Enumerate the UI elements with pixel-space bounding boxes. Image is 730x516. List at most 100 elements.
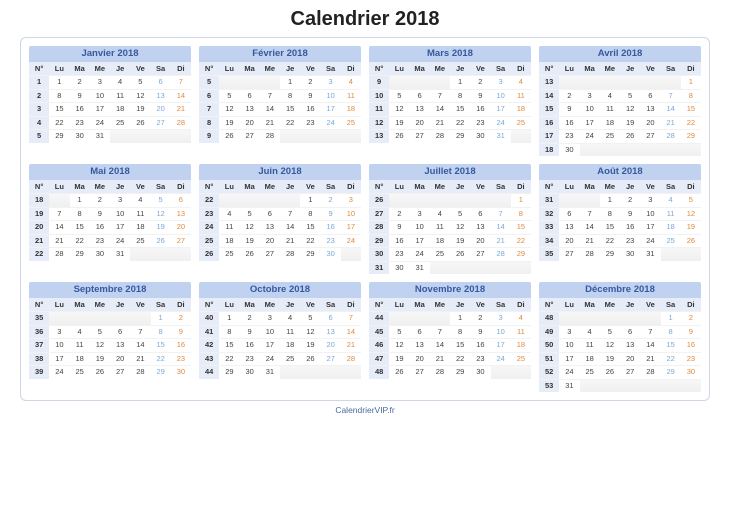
day-header-cell: Lu (559, 180, 579, 193)
week-row: 1978910111213 (29, 207, 191, 221)
day-cell: 10 (321, 89, 341, 103)
day-cell: . (620, 75, 640, 89)
day-cell: . (580, 379, 600, 393)
day-cell: 7 (430, 89, 450, 103)
day-cell: 15 (70, 220, 90, 234)
day-cell: 14 (280, 220, 300, 234)
day-cell: 17 (260, 338, 280, 352)
day-header-cell: Di (341, 298, 361, 311)
week-row: 3313141516171819 (539, 220, 701, 234)
week-row: 48.....12 (539, 311, 701, 325)
week-row: 315161718192021 (29, 102, 191, 116)
day-header-cell: Je (280, 298, 300, 311)
day-header-cell: Sa (151, 298, 171, 311)
day-cell: 11 (511, 325, 531, 339)
day-cell: 5 (389, 325, 409, 339)
day-cell: 26 (389, 129, 409, 143)
day-header-cell: Ma (70, 180, 90, 193)
day-cell: 7 (491, 207, 511, 221)
day-cell: . (600, 379, 620, 393)
day-cell: . (410, 193, 430, 207)
day-cell: 21 (260, 116, 280, 130)
day-header-cell: Ma (410, 298, 430, 311)
day-header-cell: Ma (410, 62, 430, 75)
day-cell: 18 (70, 352, 90, 366)
week-row: 3817181920212223 (29, 352, 191, 366)
day-cell: 17 (491, 102, 511, 116)
day-cell: 7 (580, 207, 600, 221)
day-header-cell: Lu (219, 298, 239, 311)
day-cell: 1 (151, 311, 171, 325)
day-cell: 28 (430, 365, 450, 379)
day-cell: 4 (600, 89, 620, 103)
day-cell: 24 (341, 234, 361, 248)
day-cell: 8 (511, 207, 531, 221)
day-header-cell: Ma (70, 298, 90, 311)
day-header-cell: Di (511, 180, 531, 193)
day-cell: 24 (491, 352, 511, 366)
day-cell: 13 (151, 89, 171, 103)
week-row: 2014151617181920 (29, 220, 191, 234)
day-cell: 23 (171, 352, 191, 366)
day-cell: 31 (90, 129, 110, 143)
day-header-row: N°LuMaMeJeVeSaDi (29, 298, 191, 311)
day-cell: 17 (640, 220, 660, 234)
day-header-cell: Ve (300, 298, 320, 311)
day-header-cell: Ve (470, 62, 490, 75)
day-header-cell: Me (430, 62, 450, 75)
day-cell: 10 (491, 325, 511, 339)
day-cell: . (49, 311, 69, 325)
day-cell: . (620, 143, 640, 157)
day-cell: 1 (219, 311, 239, 325)
day-cell: 20 (410, 116, 430, 130)
day-header-cell: Lu (389, 62, 409, 75)
day-cell: 4 (219, 207, 239, 221)
day-cell: 26 (130, 116, 150, 130)
day-cell: 11 (70, 338, 90, 352)
day-cell: 3 (491, 311, 511, 325)
day-cell: 25 (219, 247, 239, 261)
day-header-cell: Ma (410, 180, 430, 193)
day-cell: 10 (90, 89, 110, 103)
day-header-cell: Me (260, 180, 280, 193)
day-cell: 27 (151, 116, 171, 130)
day-cell: 20 (260, 234, 280, 248)
week-row: 2228293031... (29, 247, 191, 261)
month-title: Septembre 2018 (29, 282, 191, 298)
day-header-cell: Ve (300, 62, 320, 75)
day-cell: 8 (151, 325, 171, 339)
week-number: 36 (29, 325, 49, 339)
week-row: 819202122232425 (199, 116, 361, 130)
day-cell: 4 (430, 207, 450, 221)
day-cell: . (681, 379, 701, 393)
day-cell: 23 (389, 247, 409, 261)
week-number: 48 (369, 365, 389, 379)
day-header-cell: Ve (300, 180, 320, 193)
day-header-cell: Ma (580, 180, 600, 193)
day-cell: 18 (661, 220, 681, 234)
day-cell: 15 (300, 220, 320, 234)
day-cell: 1 (681, 75, 701, 89)
week-row: 5293031.... (29, 129, 191, 143)
day-cell: 17 (559, 352, 579, 366)
day-cell: 15 (219, 338, 239, 352)
day-cell: 12 (681, 207, 701, 221)
day-cell: 12 (300, 325, 320, 339)
week-row: 9...1234 (369, 75, 531, 89)
day-cell: . (300, 365, 320, 379)
month-block: Mai 2018N°LuMaMeJeVeSaDi18.1234561978910… (29, 164, 191, 274)
day-cell: 25 (511, 352, 531, 366)
day-cell: 30 (321, 247, 341, 261)
day-header-cell: Ve (640, 298, 660, 311)
day-cell: 7 (49, 207, 69, 221)
day-cell: 16 (300, 102, 320, 116)
day-cell: 14 (130, 338, 150, 352)
day-cell: 12 (219, 102, 239, 116)
day-cell: 27 (559, 247, 579, 261)
day-cell: . (661, 247, 681, 261)
day-cell: . (640, 143, 660, 157)
day-cell: 28 (130, 365, 150, 379)
day-cell: 5 (620, 89, 640, 103)
day-cell: 30 (470, 129, 490, 143)
day-header-row: N°LuMaMeJeVeSaDi (369, 62, 531, 75)
